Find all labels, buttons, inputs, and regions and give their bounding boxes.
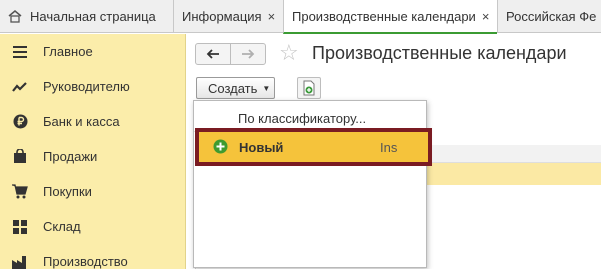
create-button[interactable]: Создать ▼ [196,77,275,99]
sidebar-item-sales[interactable]: Продажи [0,139,186,174]
sidebar-item-label: Продажи [43,149,98,164]
sidebar-item-main[interactable]: Главное [0,34,186,69]
sidebar-item-manager[interactable]: Руководителю [0,69,186,104]
back-button[interactable] [195,43,231,65]
tab-information-label: Информация [182,9,262,24]
close-icon[interactable]: × [268,9,276,24]
arrow-left-icon [206,49,219,59]
tab-production-calendars[interactable]: Производственные календари × [283,0,497,34]
tab-home-label: Начальная страница [30,9,156,24]
forward-button[interactable] [230,43,266,65]
arrow-right-icon [242,49,255,59]
sidebar-item-production[interactable]: Производство [0,244,186,269]
page-title: Производственные календари [312,43,567,63]
tab-russian-federation[interactable]: Российская Фе [497,0,601,33]
tab-information[interactable]: Информация × [173,0,283,33]
tab-bar: Начальная страница Информация × Производ… [0,0,601,34]
add-document-button[interactable] [297,77,321,99]
shortcut-hint: Ins [380,139,398,155]
caret-down-icon: ▼ [262,83,271,93]
document-add-icon [303,80,315,96]
sidebar-item-label: Главное [43,44,93,59]
table-row[interactable] [427,163,601,185]
table-header [427,145,601,163]
favorite-star-icon[interactable]: ☆ [279,40,299,66]
sidebar-item-label: Склад [43,219,81,234]
tab-production-calendars-label: Производственные календари [292,8,476,24]
create-button-label: Создать [208,80,258,96]
menu-item-label: Новый [239,139,284,155]
sidebar-item-purchases[interactable]: Покупки [0,174,186,209]
menu-item-new[interactable]: Новый Ins [199,132,428,162]
create-dropdown-menu: По классификатору... [193,100,427,268]
menu-item-label: По классификатору... [238,110,367,126]
sidebar-item-label: Покупки [43,184,92,199]
sidebar-item-label: Производство [43,254,128,269]
sidebar: Главное Руководителю Банк и касса Продаж… [0,34,186,269]
menu-lines-icon [12,44,28,60]
trend-chart-icon [12,79,28,95]
home-icon [8,10,22,23]
warehouse-grid-icon [12,219,28,235]
shopping-cart-icon [12,184,28,200]
plus-circle-icon [213,139,228,154]
tab-russian-federation-label: Российская Фе [506,9,597,24]
factory-icon [12,254,28,269]
sidebar-item-label: Руководителю [43,79,130,94]
sidebar-item-bank[interactable]: Банк и касса [0,104,186,139]
sidebar-item-label: Банк и касса [43,114,120,129]
ruble-coin-icon [12,114,28,130]
tab-home[interactable]: Начальная страница [0,0,168,33]
sidebar-item-warehouse[interactable]: Склад [0,209,186,244]
shopping-bag-icon [12,149,28,165]
close-icon[interactable]: × [482,9,490,24]
